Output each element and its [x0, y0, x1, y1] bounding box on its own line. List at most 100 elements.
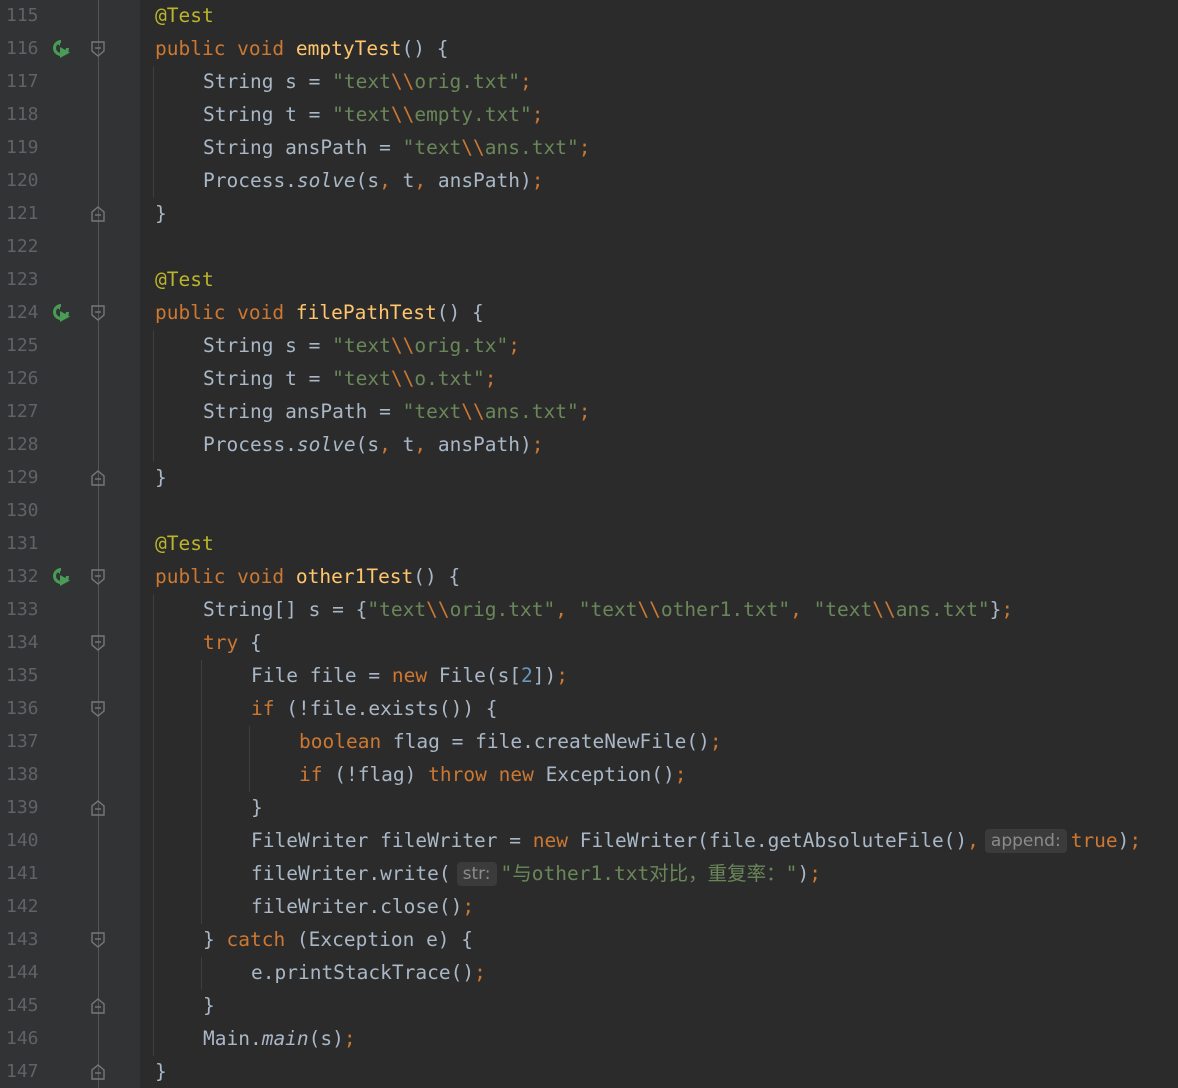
method-declaration: public void emptyTest() {	[155, 37, 449, 60]
code-line[interactable]: 117 String s = "text\\orig.txt";	[0, 65, 1178, 98]
code-text: @Test	[155, 268, 214, 291]
code-line[interactable]: 142 fileWriter.close();	[0, 890, 1178, 923]
line-number: 115	[6, 5, 39, 26]
code-text: Main.main(s);	[203, 1027, 356, 1050]
code-text: FileWriter fileWriter = new FileWriter(f…	[251, 829, 1142, 853]
line-number: 124	[6, 302, 39, 323]
line-number: 119	[6, 137, 39, 158]
code-text: }	[155, 466, 167, 489]
code-line[interactable]: 120 Process.solve(s, t, ansPath);	[0, 164, 1178, 197]
code-line[interactable]: 133 String[] s = {"text\\orig.txt", "tex…	[0, 593, 1178, 626]
line-number: 131	[6, 533, 39, 554]
code-text: } catch (Exception e) {	[203, 928, 474, 951]
code-text: if (!file.exists()) {	[251, 697, 498, 720]
code-text: String t = "text\\o.txt";	[203, 367, 497, 390]
fold-end-icon[interactable]	[90, 205, 106, 223]
line-number: 136	[6, 698, 39, 719]
fold-end-icon[interactable]	[90, 997, 106, 1015]
code-text: String s = "text\\orig.txt";	[203, 70, 532, 93]
code-line[interactable]: 146 Main.main(s);	[0, 1022, 1178, 1055]
parameter-hint: append:	[984, 829, 1067, 853]
code-line[interactable]: 131 @Test	[0, 527, 1178, 560]
code-line[interactable]: 136 if (!file.exists()) {	[0, 692, 1178, 725]
code-line[interactable]: 132 public void other1Test() {	[0, 560, 1178, 593]
fold-marker-icon[interactable]	[90, 931, 106, 949]
code-line[interactable]: 137 boolean flag = file.createNewFile();	[0, 725, 1178, 758]
code-line[interactable]: 135 File file = new File(s[2]);	[0, 659, 1178, 692]
code-line[interactable]: 145 }	[0, 989, 1178, 1022]
code-editor[interactable]: 115 @Test 116 public void emptyTest() { …	[0, 0, 1178, 1088]
code-text: }	[203, 994, 215, 1017]
code-line[interactable]: 121 }	[0, 197, 1178, 230]
line-number: 143	[6, 929, 39, 950]
code-text: String ansPath = "text\\ans.txt";	[203, 400, 591, 423]
code-line[interactable]: 134 try {	[0, 626, 1178, 659]
code-text: fileWriter.close();	[251, 895, 475, 918]
code-text: String ansPath = "text\\ans.txt";	[203, 136, 591, 159]
line-number: 132	[6, 566, 39, 587]
code-line[interactable]: 127 String ansPath = "text\\ans.txt";	[0, 395, 1178, 428]
line-number: 125	[6, 335, 39, 356]
line-number: 123	[6, 269, 39, 290]
line-number: 126	[6, 368, 39, 389]
code-line[interactable]: 140 FileWriter fileWriter = new FileWrit…	[0, 824, 1178, 857]
line-number: 144	[6, 962, 39, 983]
line-number: 130	[6, 500, 39, 521]
code-line[interactable]: 138 if (!flag) throw new Exception();	[0, 758, 1178, 791]
fold-end-icon[interactable]	[90, 799, 106, 817]
code-line[interactable]: 141 fileWriter.write(str: "与other1.txt对比，…	[0, 857, 1178, 890]
code-text: }	[155, 202, 167, 225]
line-number: 129	[6, 467, 39, 488]
code-text: Process.solve(s, t, ansPath);	[203, 169, 544, 192]
code-line[interactable]: 143 } catch (Exception e) {	[0, 923, 1178, 956]
fold-marker-icon[interactable]	[90, 568, 106, 586]
line-number: 141	[6, 863, 39, 884]
code-text: try {	[203, 631, 262, 654]
code-line[interactable]: 128 Process.solve(s, t, ansPath);	[0, 428, 1178, 461]
code-line[interactable]: 139 }	[0, 791, 1178, 824]
fold-marker-icon[interactable]	[90, 700, 106, 718]
line-number: 135	[6, 665, 39, 686]
code-line[interactable]: 115 @Test	[0, 0, 1178, 32]
line-number: 139	[6, 797, 39, 818]
run-test-icon[interactable]	[50, 38, 72, 60]
fold-end-icon[interactable]	[90, 1063, 106, 1081]
code-text: boolean flag = file.createNewFile();	[299, 730, 722, 753]
code-line[interactable]: 123 @Test	[0, 263, 1178, 296]
line-number: 146	[6, 1028, 39, 1049]
line-number: 138	[6, 764, 39, 785]
code-line[interactable]: 129 }	[0, 461, 1178, 494]
fold-marker-icon[interactable]	[90, 40, 106, 58]
fold-marker-icon[interactable]	[90, 304, 106, 322]
line-number: 118	[6, 104, 39, 125]
code-line[interactable]: 119 String ansPath = "text\\ans.txt";	[0, 131, 1178, 164]
line-number: 128	[6, 434, 39, 455]
code-line[interactable]: 124 public void filePathTest() {	[0, 296, 1178, 329]
line-number: 117	[6, 71, 39, 92]
fold-marker-icon[interactable]	[90, 634, 106, 652]
code-text: File file = new File(s[2]);	[251, 664, 569, 687]
line-number: 145	[6, 995, 39, 1016]
line-number: 121	[6, 203, 39, 224]
line-number: 133	[6, 599, 39, 620]
code-line[interactable]: 147 }	[0, 1055, 1178, 1088]
code-text: String t = "text\\empty.txt";	[203, 103, 544, 126]
code-line[interactable]: 125 String s = "text\\orig.tx";	[0, 329, 1178, 362]
fold-end-icon[interactable]	[90, 469, 106, 487]
code-text: @Test	[155, 532, 214, 555]
code-line[interactable]: 126 String t = "text\\o.txt";	[0, 362, 1178, 395]
code-text: Process.solve(s, t, ansPath);	[203, 433, 544, 456]
code-line[interactable]: 130	[0, 494, 1178, 527]
code-line[interactable]: 144 e.printStackTrace();	[0, 956, 1178, 989]
line-number: 140	[6, 830, 39, 851]
code-text: e.printStackTrace();	[251, 961, 486, 984]
line-number: 120	[6, 170, 39, 191]
code-line[interactable]: 118 String t = "text\\empty.txt";	[0, 98, 1178, 131]
run-test-icon[interactable]	[50, 302, 72, 324]
run-test-icon[interactable]	[50, 566, 72, 588]
code-line[interactable]: 122	[0, 230, 1178, 263]
code-text: }	[251, 796, 263, 819]
line-number: 142	[6, 896, 39, 917]
code-line[interactable]: 116 public void emptyTest() {	[0, 32, 1178, 65]
method-declaration: public void other1Test() {	[155, 565, 461, 588]
